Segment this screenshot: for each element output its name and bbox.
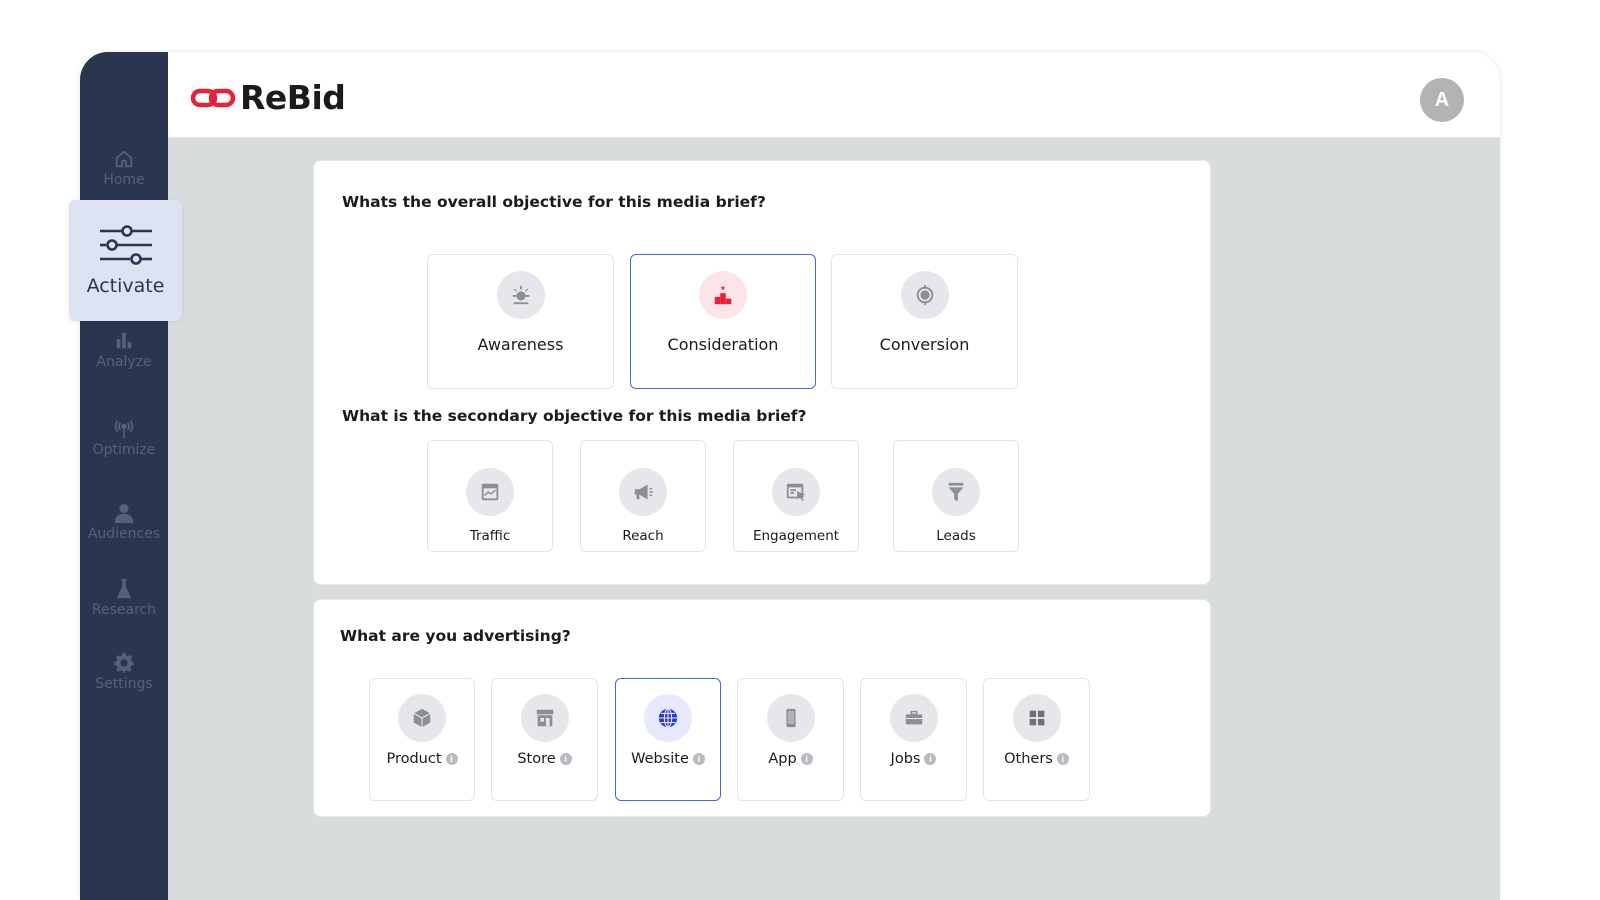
option-icon-circle <box>619 468 667 516</box>
option-label: Conversion <box>879 335 970 354</box>
objective-option-awareness[interactable]: Awareness <box>427 254 614 389</box>
advertising-question: What are you advertising? <box>340 627 571 645</box>
objective-card: Whats the overall objective for this med… <box>313 160 1211 585</box>
sidebar-item-research[interactable]: Research <box>80 578 168 618</box>
storefront-icon <box>536 709 553 727</box>
funnel-icon <box>948 482 964 502</box>
option-icon-circle <box>398 694 446 742</box>
secondary-question: What is the secondary objective for this… <box>342 407 807 425</box>
option-icon-circle <box>699 271 747 319</box>
option-icon-circle <box>900 271 949 319</box>
option-label: Leads <box>936 528 976 544</box>
megaphone-icon <box>634 484 654 500</box>
option-icon-circle <box>466 468 514 516</box>
user-icon <box>114 503 134 524</box>
option-label: Product <box>386 751 442 767</box>
sidebar-item-home[interactable]: Home <box>80 148 168 188</box>
logo-text: ReBid <box>240 78 346 117</box>
option-label: Website <box>631 751 689 767</box>
info-icon[interactable]: i <box>445 753 458 765</box>
option-label-wrap: Product i <box>386 751 458 767</box>
advertising-option-app[interactable]: App i <box>737 678 844 801</box>
option-icon-circle <box>932 468 980 516</box>
option-label: Engagement <box>752 528 840 544</box>
option-icon-circle <box>1012 694 1061 742</box>
top-bar: ReBid A <box>168 52 1500 138</box>
info-icon[interactable]: i <box>692 753 705 765</box>
info-icon[interactable]: i <box>1056 753 1069 765</box>
advertising-option-website[interactable]: Website i <box>615 678 721 801</box>
sidebar-item-label: Analyze <box>96 354 152 370</box>
sidebar-item-label: Research <box>91 602 157 618</box>
advertising-card: What are you advertising? Product i Store… <box>313 599 1211 817</box>
option-label: Others <box>1004 751 1053 767</box>
option-icon-circle <box>644 694 692 742</box>
sidebar-item-optimize[interactable]: Optimize <box>80 418 168 458</box>
option-icon-circle <box>772 468 820 516</box>
option-label-wrap: Jobs i <box>891 751 937 767</box>
secondary-option-leads[interactable]: Leads <box>893 440 1019 552</box>
advertising-option-store[interactable]: Store i <box>491 678 598 801</box>
logo: ReBid <box>190 78 346 117</box>
option-label: Awareness <box>477 335 564 354</box>
podium-icon <box>714 285 732 305</box>
sidebar-item-label: Settings <box>95 676 153 692</box>
broadcast-icon <box>114 420 134 439</box>
globe-icon <box>658 708 678 728</box>
advertising-option-jobs[interactable]: Jobs i <box>860 678 967 801</box>
option-label: Traffic <box>469 528 511 544</box>
sidebar-item-label: Audiences <box>87 526 161 542</box>
home-icon <box>115 150 133 168</box>
secondary-option-reach[interactable]: Reach <box>580 440 706 552</box>
option-icon-circle <box>520 694 569 742</box>
sidebar-item-label: Activate <box>86 274 165 297</box>
sidebar-item-label: Optimize <box>92 442 156 458</box>
user-avatar[interactable]: A <box>1420 78 1464 122</box>
grid-icon <box>1029 710 1044 726</box>
objective-option-consideration[interactable]: Consideration <box>630 254 816 389</box>
sidebar-item-label: Home <box>103 172 145 188</box>
option-label-wrap: Others i <box>1004 751 1069 767</box>
advertising-option-product[interactable]: Product i <box>369 678 475 801</box>
phone-icon <box>785 708 796 728</box>
option-label: Reach <box>622 528 664 544</box>
sidebar-item-analyze[interactable]: Analyze <box>80 330 168 370</box>
option-label-wrap: Store i <box>517 751 572 767</box>
target-icon <box>916 284 933 306</box>
sidebar-item-activate[interactable]: Activate <box>69 200 182 321</box>
sliders-icon <box>99 224 152 265</box>
option-icon-circle <box>496 271 545 319</box>
option-label-wrap: App i <box>768 751 813 767</box>
sidebar-item-audiences[interactable]: Audiences <box>80 502 168 542</box>
option-label: App <box>768 751 797 767</box>
info-icon[interactable]: i <box>924 753 937 765</box>
app-window: Home Analyze Optimize Audiences Research… <box>80 52 1500 900</box>
option-icon-circle <box>889 694 938 742</box>
sidebar: Home Analyze Optimize Audiences Research… <box>80 52 168 900</box>
secondary-option-traffic[interactable]: Traffic <box>427 440 553 552</box>
option-label: Store <box>517 751 556 767</box>
cursor-window-icon <box>786 483 806 502</box>
option-icon-circle <box>766 694 815 742</box>
box-icon <box>413 708 431 728</box>
sun-icon <box>512 285 529 305</box>
chain-link-logo-icon <box>190 88 236 107</box>
option-label-wrap: Website i <box>631 751 705 767</box>
flask-icon <box>116 578 132 599</box>
info-icon[interactable]: i <box>800 753 813 765</box>
briefcase-icon <box>905 710 922 725</box>
advertising-option-others[interactable]: Others i <box>983 678 1090 801</box>
sidebar-item-settings[interactable]: Settings <box>80 652 168 692</box>
option-label: Consideration <box>667 335 779 354</box>
objective-question: Whats the overall objective for this med… <box>342 193 766 211</box>
bar-chart-icon <box>116 332 132 349</box>
option-label: Jobs <box>890 751 921 767</box>
traffic-chart-icon <box>481 483 499 501</box>
objective-option-conversion[interactable]: Conversion <box>831 254 1018 389</box>
gear-icon <box>114 652 134 673</box>
secondary-option-engagement[interactable]: Engagement <box>733 440 859 552</box>
info-icon[interactable]: i <box>559 753 572 765</box>
